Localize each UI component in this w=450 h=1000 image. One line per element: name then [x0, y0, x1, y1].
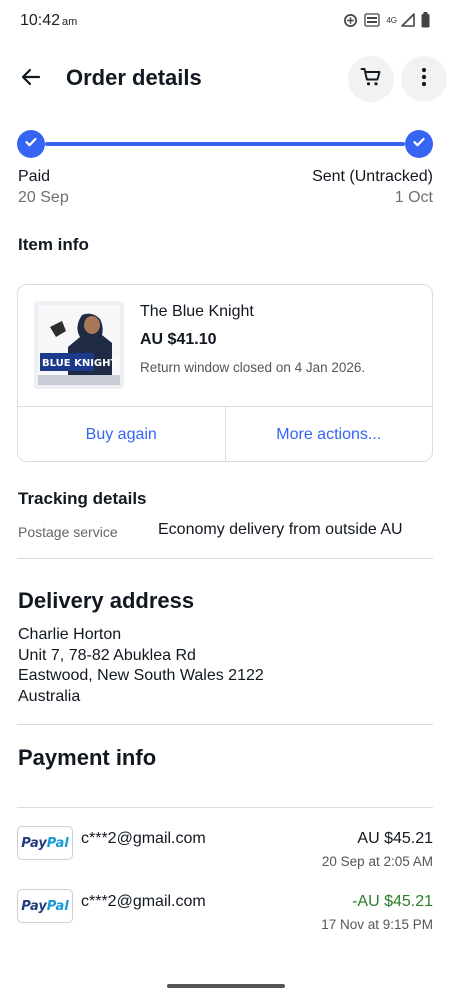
paypal-logo-text: Pay [21, 898, 47, 914]
address-line: Charlie Horton [18, 626, 122, 643]
item-info-heading: Item info [18, 235, 89, 254]
stage-name: Sent (Untracked) [312, 168, 433, 185]
clock-time: 10:42 [20, 12, 61, 29]
divider [17, 558, 433, 559]
paypal-logo-text: Pal [46, 835, 69, 851]
divider [17, 807, 433, 808]
payment-email: c***2@gmail.com [81, 893, 206, 910]
buy-again-button[interactable]: Buy again [18, 407, 225, 461]
check-icon [412, 135, 426, 154]
more-options-button[interactable] [401, 56, 447, 102]
item-actions: Buy again More actions... [18, 407, 433, 461]
payment-time: 20 Sep at 2:05 AM [321, 854, 433, 869]
check-icon [24, 135, 38, 154]
tracking-details-heading: Tracking details [18, 489, 147, 508]
postage-service-label: Postage service [18, 524, 118, 540]
address-line: Unit 7, 78-82 Abuklea Rd [18, 646, 196, 664]
back-arrow-icon [21, 67, 41, 92]
payment-amount: AU $45.21 [357, 830, 433, 847]
progress-line [45, 142, 405, 146]
refund-amount: -AU $45.21 [352, 893, 433, 910]
return-window-note: Return window closed on 4 Jan 2026. [140, 360, 366, 375]
cart-icon [360, 66, 382, 93]
payment-time: 17 Nov at 9:15 PM [321, 917, 433, 932]
stage-paid: Paid 20 Sep [18, 167, 69, 208]
delivery-address: Charlie Horton Unit 7, 78-82 Abuklea Rd … [18, 625, 264, 707]
postage-service-value: Economy delivery from outside AU [158, 521, 403, 538]
stage-date: 1 Oct [394, 189, 433, 206]
volte-icon [364, 13, 380, 27]
progress-step-sent [405, 130, 433, 158]
more-actions-button[interactable]: More actions... [224, 407, 433, 461]
item-summary[interactable]: BLUE KNIGHT The Blue Knight AU $41.10 Re… [18, 285, 432, 407]
data-saver-icon [343, 13, 358, 28]
more-vertical-icon [421, 67, 427, 92]
page-title: Order details [66, 65, 202, 90]
status-bar: 10:42 am 4G [0, 0, 450, 44]
progress-step-paid [17, 130, 45, 158]
status-icons: 4G [343, 12, 430, 28]
app-bar: Order details [0, 54, 450, 104]
clock-ampm: am [62, 16, 78, 28]
signal-icon [401, 13, 415, 27]
thumbnail-title-text: BLUE KNIGHT [42, 358, 117, 369]
payment-info-heading: Payment info [18, 745, 157, 770]
item-card: BLUE KNIGHT The Blue Knight AU $41.10 Re… [17, 284, 433, 462]
payment-row: Pay Pal c***2@gmail.com -AU $45.21 17 Nov… [17, 889, 433, 939]
delivery-address-heading: Delivery address [18, 588, 195, 613]
paypal-logo: Pay Pal [17, 826, 73, 860]
network-type: 4G [386, 15, 397, 25]
item-price: AU $41.10 [140, 331, 217, 348]
paypal-logo-text: Pal [46, 898, 69, 914]
paypal-logo-text: Pay [21, 835, 47, 851]
address-line: Australia [18, 687, 81, 705]
divider [17, 724, 433, 725]
payment-email: c***2@gmail.com [81, 830, 206, 847]
payment-row: Pay Pal c***2@gmail.com AU $45.21 20 Sep … [17, 826, 433, 876]
home-indicator[interactable] [167, 984, 285, 988]
stage-name: Paid [18, 168, 51, 185]
stage-sent: Sent (Untracked) 1 Oct [312, 167, 433, 208]
order-progress-tracker [17, 128, 433, 160]
paypal-logo: Pay Pal [17, 889, 73, 923]
address-line: Eastwood, New South Wales 2122 [18, 667, 264, 684]
stage-date: 20 Sep [18, 189, 69, 206]
status-time: 10:42 am [20, 12, 77, 30]
item-thumbnail[interactable]: BLUE KNIGHT [34, 301, 124, 389]
cart-button[interactable] [348, 56, 394, 102]
item-title[interactable]: The Blue Knight [140, 303, 254, 321]
battery-icon [421, 12, 430, 28]
postage-service-row: Postage service Economy delivery from ou… [18, 520, 432, 544]
back-button[interactable] [14, 62, 48, 96]
